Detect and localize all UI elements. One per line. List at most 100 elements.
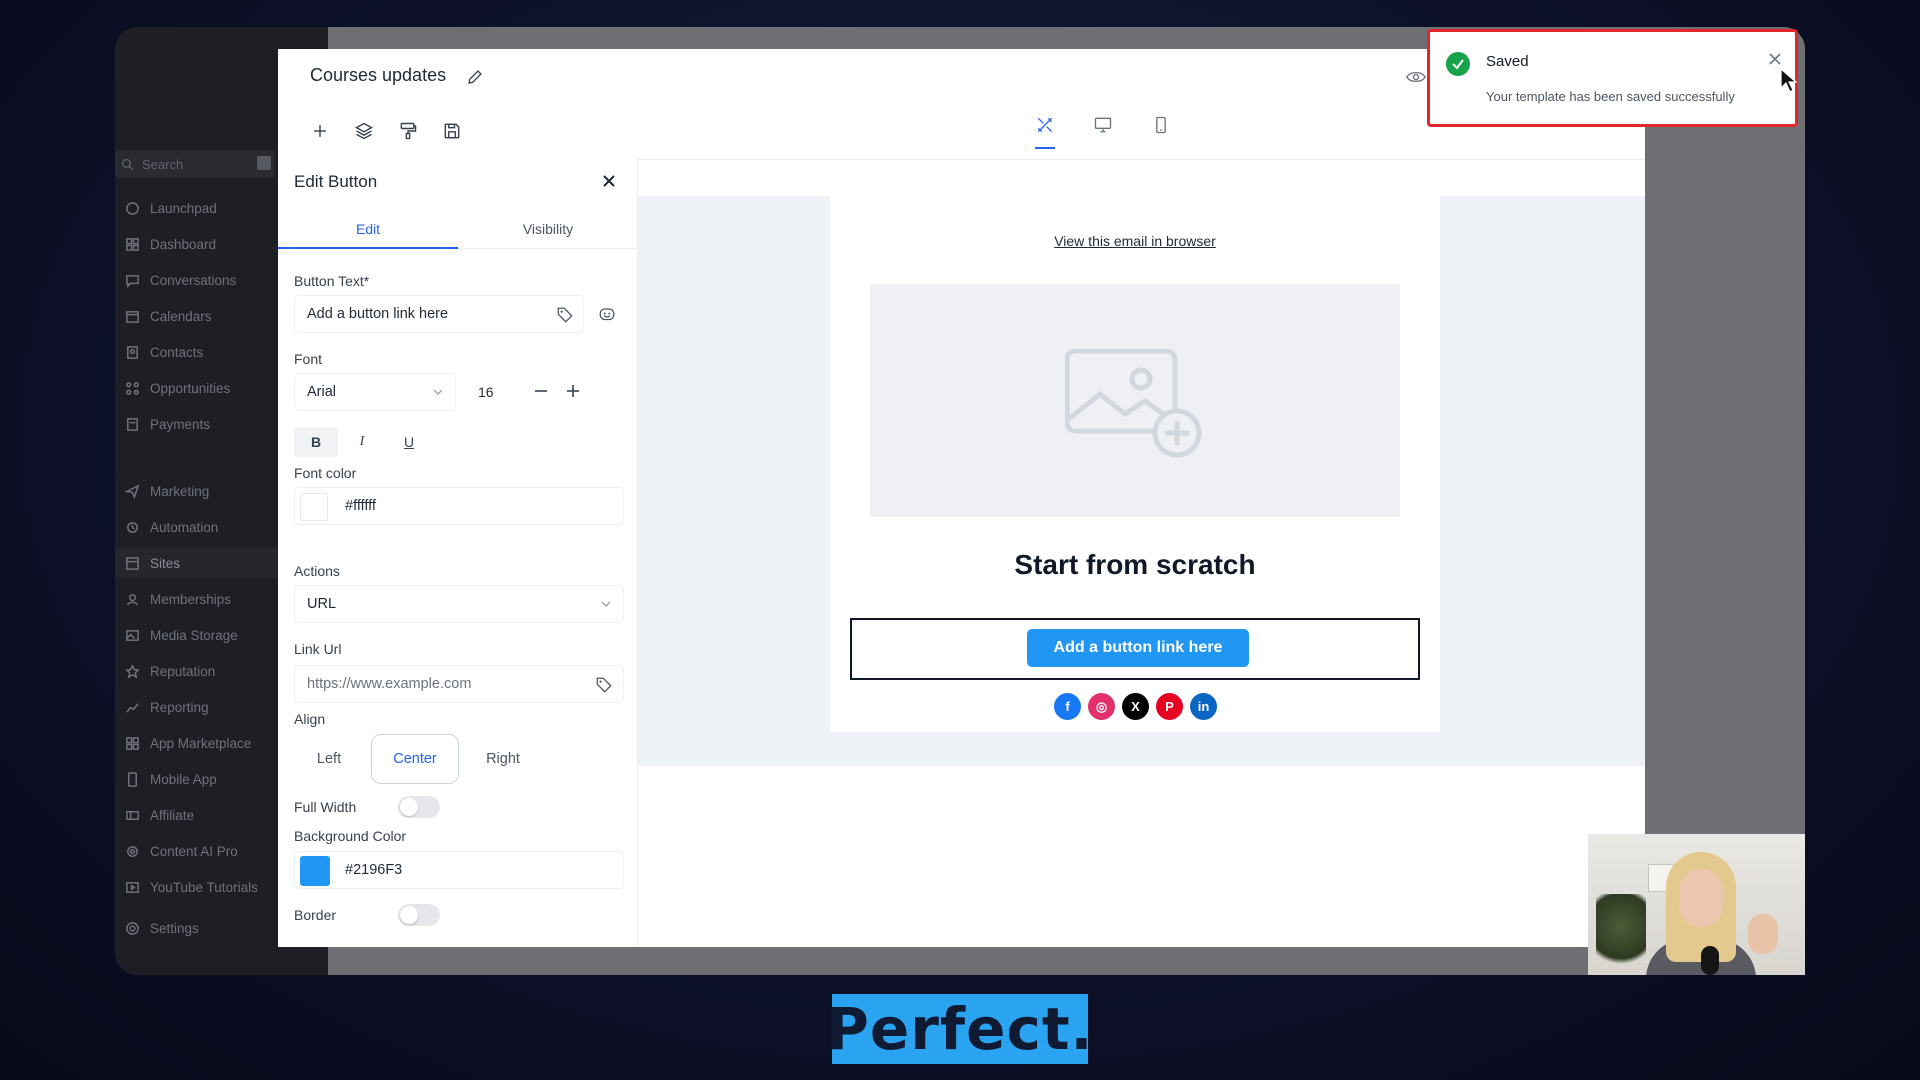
mobile-icon xyxy=(1156,116,1166,134)
border-label: Border xyxy=(294,907,337,923)
email-headline[interactable]: Start from scratch xyxy=(830,549,1440,581)
font-select[interactable]: Arial xyxy=(294,373,456,411)
add-image-icon xyxy=(1065,349,1202,458)
media-icon xyxy=(124,627,140,643)
sidebar-item-label: Launchpad xyxy=(150,200,217,216)
facebook-icon[interactable]: f xyxy=(1054,693,1081,720)
close-icon[interactable] xyxy=(1768,52,1782,66)
view-switcher xyxy=(1031,115,1175,149)
emoji-icon[interactable] xyxy=(598,306,616,324)
full-width-label: Full Width xyxy=(294,799,357,815)
tab-edit[interactable]: Edit xyxy=(278,209,458,249)
edit-title-icon[interactable] xyxy=(466,68,484,86)
pinterest-icon[interactable]: P xyxy=(1156,693,1183,720)
full-width-toggle[interactable] xyxy=(398,796,440,818)
font-size-stepper[interactable]: 16 xyxy=(466,373,596,411)
sidebar-item-label: Payments xyxy=(150,416,211,432)
background-color-input[interactable]: #2196F3 xyxy=(294,851,624,889)
save-template-button[interactable] xyxy=(438,117,466,145)
launchpad-icon xyxy=(124,200,140,216)
align-left-button[interactable]: Left xyxy=(294,734,364,784)
x-icon[interactable]: X xyxy=(1122,693,1149,720)
tag-icon[interactable] xyxy=(595,676,613,694)
sidebar-item-label: Opportunities xyxy=(150,380,231,396)
instagram-icon[interactable]: ◎ xyxy=(1088,693,1115,720)
layers-icon xyxy=(355,122,373,140)
link-url-label: Link Url xyxy=(294,641,342,657)
calendar-icon xyxy=(124,308,140,324)
image-placeholder[interactable] xyxy=(870,284,1400,517)
microphone xyxy=(1701,946,1719,975)
panel-title: Edit Button xyxy=(294,172,378,191)
sidebar-item-label: Reputation xyxy=(150,663,216,679)
sidebar-item-label: Reporting xyxy=(150,699,209,715)
preview-eye-icon[interactable] xyxy=(1406,70,1426,84)
check-circle-icon xyxy=(1446,52,1470,76)
toast-message: Your template has been saved successfull… xyxy=(1486,89,1735,104)
align-center-button[interactable]: Center xyxy=(371,734,459,784)
opportunities-icon xyxy=(124,380,140,396)
actions-select-value: URL xyxy=(307,596,337,612)
tag-icon[interactable] xyxy=(556,306,574,324)
toast-title: Saved xyxy=(1486,53,1529,70)
button-text-value: Add a button link here xyxy=(307,306,449,322)
close-icon[interactable] xyxy=(601,173,617,189)
cta-button[interactable]: Add a button link here xyxy=(1027,629,1249,667)
font-label: Font xyxy=(294,351,323,367)
saved-toast: Saved Your template has been saved succe… xyxy=(1427,29,1798,127)
sidebar-item-label: Settings xyxy=(150,920,199,936)
presenter-face xyxy=(1679,869,1723,927)
save-icon xyxy=(444,123,460,139)
sidebar-item-label: App Marketplace xyxy=(150,735,252,751)
plus-icon xyxy=(314,125,326,137)
automation-icon xyxy=(124,519,140,535)
email-body: View this email in browser Start from sc… xyxy=(830,196,1440,732)
mobile-icon xyxy=(124,771,140,787)
actions-select[interactable]: URL xyxy=(294,585,624,623)
italic-button[interactable]: I xyxy=(340,427,384,457)
email-canvas: View this email in browser Start from sc… xyxy=(638,196,1645,766)
button-text-input[interactable]: Add a button link here xyxy=(294,295,584,333)
grid-icon xyxy=(124,735,140,751)
sidebar-search-placeholder: Search xyxy=(142,156,184,172)
search-icon xyxy=(121,158,134,170)
edit-button-panel: Edit Button Edit Visibility Button Text*… xyxy=(278,159,638,947)
background-color-swatch[interactable] xyxy=(300,856,330,886)
underline-button[interactable]: U xyxy=(387,427,431,457)
font-color-input[interactable]: #ffffff xyxy=(294,487,624,525)
linkedin-icon[interactable]: in xyxy=(1190,693,1217,720)
overlay-right xyxy=(1645,27,1805,975)
sites-icon xyxy=(124,555,140,571)
link-url-input[interactable]: https://www.example.com xyxy=(294,665,624,703)
font-select-value: Arial xyxy=(307,384,337,400)
mobile-view-button[interactable] xyxy=(1147,115,1175,149)
send-icon xyxy=(124,483,140,499)
sidebar-search[interactable]: Search xyxy=(115,150,275,178)
affiliate-icon xyxy=(124,807,140,823)
selected-button-block[interactable]: Add a button link here xyxy=(850,618,1420,680)
increment-icon[interactable] xyxy=(566,381,580,401)
font-size-value: 16 xyxy=(478,384,494,400)
view-in-browser-link[interactable]: View this email in browser xyxy=(830,233,1440,249)
decrement-icon[interactable] xyxy=(534,381,548,401)
sidebar-item-label: Marketing xyxy=(150,483,210,499)
layers-button[interactable] xyxy=(350,117,378,145)
desktop-view-button[interactable] xyxy=(1089,115,1117,149)
trend-icon xyxy=(124,699,140,715)
bold-button[interactable]: B xyxy=(294,427,338,457)
tab-visibility[interactable]: Visibility xyxy=(458,209,638,249)
styles-button[interactable] xyxy=(394,117,422,145)
align-right-button[interactable]: Right xyxy=(468,734,538,784)
border-toggle[interactable] xyxy=(398,904,440,926)
chat-icon xyxy=(124,272,140,288)
add-element-button[interactable] xyxy=(306,117,334,145)
memberships-icon xyxy=(124,591,140,607)
sidebar-item-label: Memberships xyxy=(150,591,232,607)
dashboard-icon xyxy=(124,236,140,252)
font-color-swatch[interactable] xyxy=(300,493,328,521)
sidebar-item-label: YouTube Tutorials xyxy=(150,879,258,895)
panel-tabs: Edit Visibility xyxy=(278,209,638,249)
gear-icon xyxy=(124,920,140,936)
sidebar-item-label: Sites xyxy=(150,555,181,571)
design-mode-button[interactable] xyxy=(1031,115,1059,149)
